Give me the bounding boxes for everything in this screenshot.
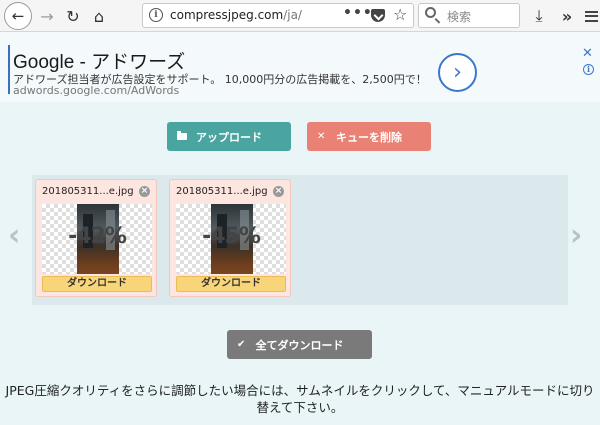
info-icon[interactable]: i bbox=[149, 8, 163, 22]
file-card[interactable]: 201805311...e.jpg × -42% ダウンロード bbox=[35, 179, 157, 297]
bookmark-star-icon[interactable]: ☆ bbox=[393, 5, 407, 24]
back-arrow-icon[interactable]: ← bbox=[4, 2, 32, 30]
file-thumbnail[interactable]: -42% bbox=[42, 204, 152, 274]
home-icon[interactable]: ⌂ bbox=[86, 3, 112, 29]
search-placeholder: 検索 bbox=[447, 10, 472, 24]
download-button[interactable]: ダウンロード bbox=[42, 276, 152, 292]
instructions-text: JPEG圧縮クオリティをさらに調節したい場合には、サムネイルをクリックして、マニ… bbox=[5, 383, 595, 415]
ad-info-icon[interactable]: i bbox=[583, 64, 594, 75]
ad-go-arrow-icon[interactable]: › bbox=[438, 53, 477, 92]
search-input[interactable]: 検索 bbox=[418, 3, 520, 28]
folder-icon bbox=[177, 131, 187, 140]
file-thumbnail[interactable]: -45% bbox=[176, 204, 286, 274]
carousel-prev-icon[interactable]: ‹ bbox=[8, 218, 20, 253]
check-icon: ✔ bbox=[237, 339, 246, 350]
file-name: 201805311...e.jpg bbox=[42, 186, 134, 197]
download-button[interactable]: ダウンロード bbox=[176, 276, 286, 292]
download-all-button[interactable]: ✔ 全てダウンロード bbox=[227, 330, 372, 359]
reduction-percent: -42% bbox=[68, 224, 127, 249]
close-icon: ✕ bbox=[317, 131, 326, 142]
ad-title[interactable]: Google - アドワーズ bbox=[13, 47, 185, 74]
more-actions-icon[interactable]: ••• bbox=[343, 5, 373, 21]
reload-icon[interactable]: ↻ bbox=[60, 3, 86, 29]
ad-close-icon[interactable]: ✕ bbox=[582, 46, 593, 61]
address-bar[interactable]: i compressjpeg.com/ja/ ••• ☆ bbox=[142, 3, 414, 28]
url-text: compressjpeg.com/ja/ bbox=[170, 8, 302, 22]
ad-banner[interactable]: Google - アドワーズ アドワーズ担当者が広告設定をサポート。 10,00… bbox=[0, 32, 600, 102]
ad-accent-bar bbox=[8, 45, 10, 94]
clear-label: キューを削除 bbox=[336, 130, 402, 144]
upload-label: アップロード bbox=[196, 130, 262, 144]
file-name: 201805311...e.jpg bbox=[176, 186, 268, 197]
download-icon[interactable]: ⤓ bbox=[526, 3, 552, 29]
url-host: compressjpeg.com bbox=[170, 8, 284, 22]
download-all-label: 全てダウンロード bbox=[255, 338, 344, 352]
remove-file-icon[interactable]: × bbox=[139, 186, 150, 197]
pocket-icon[interactable] bbox=[371, 9, 385, 22]
carousel-next-icon[interactable]: › bbox=[570, 218, 582, 253]
ad-url[interactable]: adwords.google.com/AdWords bbox=[13, 84, 179, 97]
url-path: /ja/ bbox=[283, 8, 302, 22]
overflow-chevron-icon[interactable]: » bbox=[554, 3, 580, 29]
forward-arrow-icon[interactable]: → bbox=[34, 3, 60, 29]
search-icon bbox=[425, 7, 436, 18]
browser-toolbar: ← → ↻ ⌂ i compressjpeg.com/ja/ ••• ☆ 検索 … bbox=[0, 0, 600, 32]
clear-queue-button[interactable]: ✕ キューを削除 bbox=[307, 122, 431, 151]
file-card[interactable]: 201805311...e.jpg × -45% ダウンロード bbox=[169, 179, 291, 297]
remove-file-icon[interactable]: × bbox=[273, 186, 284, 197]
reduction-percent: -45% bbox=[202, 224, 261, 249]
upload-button[interactable]: アップロード bbox=[167, 122, 291, 151]
hamburger-menu-icon[interactable] bbox=[578, 3, 600, 29]
